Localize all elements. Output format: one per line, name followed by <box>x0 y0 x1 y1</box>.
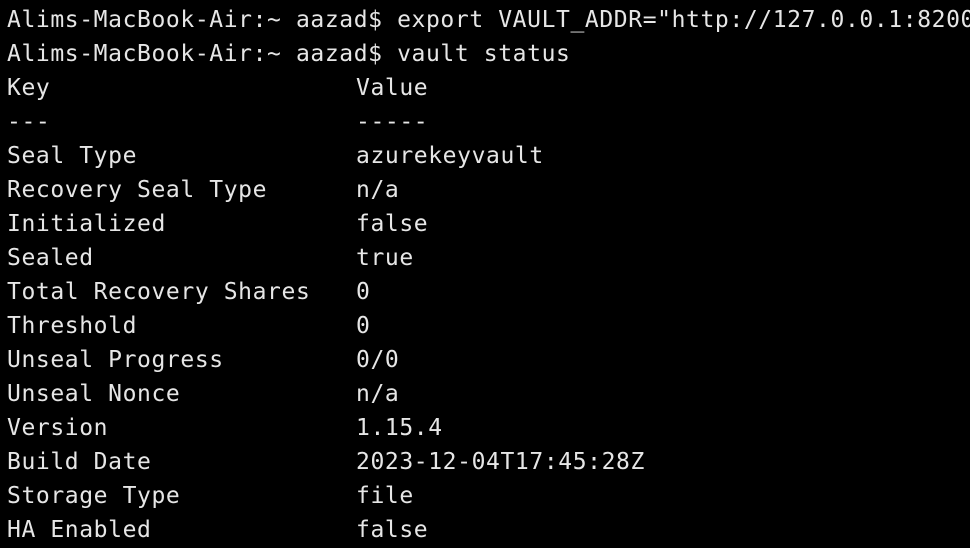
table-row: HA Enabled false <box>7 513 970 547</box>
row-key: Initialized <box>7 211 166 237</box>
table-separator-row: --- ----- <box>7 105 970 139</box>
row-key: Total Recovery Shares <box>7 279 311 305</box>
row-value: 2023-12-04T17:45:28Z <box>356 449 645 475</box>
row-value: false <box>356 211 429 237</box>
row-key: HA Enabled <box>7 517 152 543</box>
row-key: Threshold <box>7 313 138 339</box>
separator-key: --- <box>7 109 51 135</box>
row-key: Seal Type <box>7 143 138 169</box>
row-key: Recovery Seal Type <box>7 177 268 203</box>
table-row: Initialized false <box>7 207 970 241</box>
row-key: Version <box>7 415 109 441</box>
row-key: Unseal Progress <box>7 347 224 373</box>
command-line-export: Alims-MacBook-Air:~ aazad$ export VAULT_… <box>7 3 970 37</box>
table-header-row: Key Value <box>7 71 970 105</box>
table-row: Unseal Progress 0/0 <box>7 343 970 377</box>
command-line-vault-status: Alims-MacBook-Air:~ aazad$ vault status <box>7 37 970 71</box>
row-value: 0 <box>356 279 371 305</box>
table-row: Seal Type azurekeyvault <box>7 139 970 173</box>
row-key: Unseal Nonce <box>7 381 181 407</box>
row-value: n/a <box>356 177 400 203</box>
shell-prompt: Alims-MacBook-Air:~ aazad$ <box>7 7 383 33</box>
shell-prompt: Alims-MacBook-Air:~ aazad$ <box>7 41 383 67</box>
row-value: 0/0 <box>356 347 400 373</box>
command-text: export VAULT_ADDR="http://127.0.0.1:8200… <box>397 7 970 33</box>
row-value: 1.15.4 <box>356 415 443 441</box>
row-value: true <box>356 245 414 271</box>
row-key: Sealed <box>7 245 94 271</box>
row-key: Storage Type <box>7 483 181 509</box>
row-key: Build Date <box>7 449 152 475</box>
table-row: Sealed true <box>7 241 970 275</box>
table-row: Total Recovery Shares 0 <box>7 275 970 309</box>
column-header-key: Key <box>7 75 51 101</box>
table-row: Threshold 0 <box>7 309 970 343</box>
separator-value: ----- <box>356 109 429 135</box>
row-value: file <box>356 483 414 509</box>
terminal-window[interactable]: Alims-MacBook-Air:~ aazad$ export VAULT_… <box>0 0 970 548</box>
command-text: vault status <box>397 41 571 67</box>
table-row: Recovery Seal Type n/a <box>7 173 970 207</box>
table-row: Storage Type file <box>7 479 970 513</box>
row-value: n/a <box>356 381 400 407</box>
row-value: azurekeyvault <box>356 143 544 169</box>
row-value: false <box>356 517 429 543</box>
row-value: 0 <box>356 313 371 339</box>
table-row: Unseal Nonce n/a <box>7 377 970 411</box>
table-row: Build Date 2023-12-04T17:45:28Z <box>7 445 970 479</box>
table-row: Version 1.15.4 <box>7 411 970 445</box>
column-header-value: Value <box>356 75 429 101</box>
